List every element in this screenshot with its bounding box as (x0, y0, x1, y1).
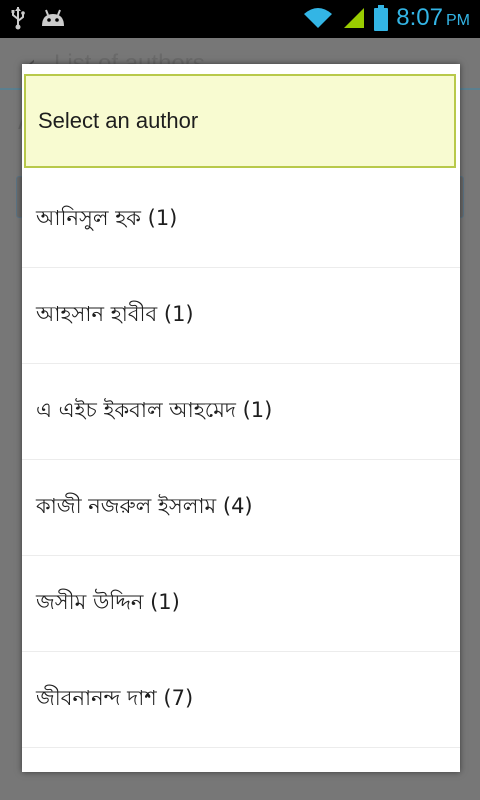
status-bar-right: 8:07 PM (302, 4, 470, 32)
status-bar: 8:07 PM (0, 0, 480, 38)
author-item[interactable]: কাজী নজরুল ইসলাম (4) (22, 460, 460, 556)
status-bar-left (10, 6, 66, 30)
author-item[interactable]: আনিসুল হক (1) (22, 172, 460, 268)
author-label: এ এইচ ইকবাল আহমেদ (1) (36, 398, 273, 422)
status-clock: 8:07 PM (396, 4, 470, 32)
author-label: জসীম উদ্দিন (1) (36, 590, 180, 614)
author-item[interactable]: এ এইচ ইকবাল আহমেদ (1) (22, 364, 460, 460)
dialog-header: Select an author (24, 74, 456, 168)
author-label: জীবনানন্দ দাশ (7) (36, 686, 194, 710)
clock-time: 8:07 (396, 4, 443, 31)
author-item[interactable]: জীবনানন্দ দাশ (7) (22, 652, 460, 748)
author-list: আনিসুল হক (1) আহসান হাবীব (1) এ এইচ ইকবা… (22, 172, 460, 748)
android-debug-icon (42, 9, 64, 26)
dialog-title: Select an author (38, 108, 199, 133)
author-label: আনিসুল হক (1) (36, 206, 178, 230)
select-author-dialog: Select an author আনিসুল হক (1) আহসান হাব… (22, 64, 460, 772)
battery-icon (374, 5, 389, 31)
author-label: কাজী নজরুল ইসলাম (4) (36, 494, 253, 518)
wifi-icon (304, 8, 333, 28)
author-label: আহসান হাবীব (1) (36, 302, 194, 326)
clock-ampm: PM (446, 12, 470, 29)
author-item[interactable]: জসীম উদ্দিন (1) (22, 556, 460, 652)
author-item[interactable]: আহসান হাবীব (1) (22, 268, 460, 364)
signal-icon (344, 8, 365, 28)
usb-icon (11, 7, 25, 30)
